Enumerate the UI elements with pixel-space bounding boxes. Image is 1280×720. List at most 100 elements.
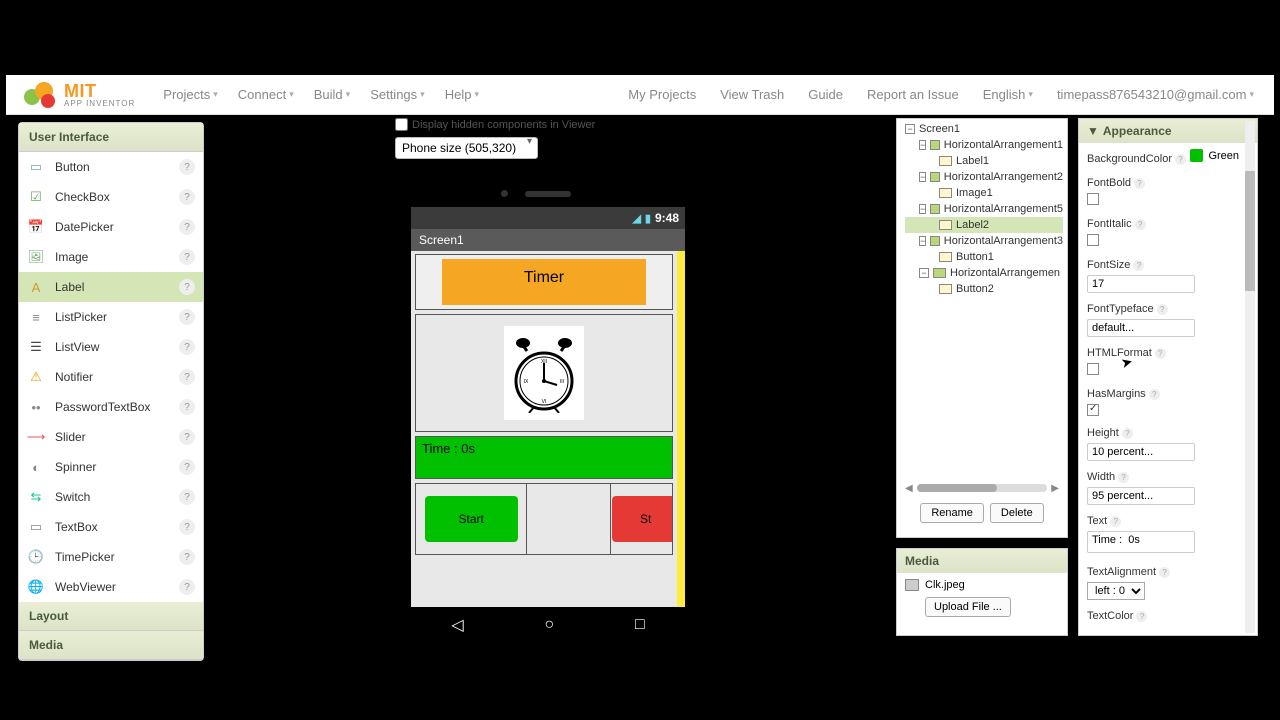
palette-item-textbox[interactable]: ▭TextBox?: [19, 512, 203, 542]
component-image1[interactable]: XIIIII VIIX: [504, 326, 584, 420]
help-icon[interactable]: ?: [179, 339, 195, 355]
tree-node-button1[interactable]: Button1: [905, 249, 1063, 265]
tree-node-horizontalarrangement5[interactable]: −HorizontalArrangement5: [905, 201, 1063, 217]
menu-account[interactable]: timepass876543210@gmail.com▾: [1049, 81, 1262, 108]
palette-item-datepicker[interactable]: 📅DatePicker?: [19, 212, 203, 242]
help-icon[interactable]: ?: [1135, 219, 1146, 230]
palette-item-webviewer[interactable]: 🌐WebViewer?: [19, 572, 203, 602]
prop-check-fontitalic[interactable]: [1087, 234, 1099, 246]
properties-vscroll[interactable]: [1245, 121, 1255, 633]
component-button2[interactable]: St: [612, 496, 672, 542]
menu-help[interactable]: Help▾: [437, 81, 487, 108]
scroll-left-icon[interactable]: ◀: [905, 483, 913, 494]
tree-node-screen1[interactable]: −Screen1: [905, 121, 1063, 137]
tree-node-label1[interactable]: Label1: [905, 153, 1063, 169]
rename-button[interactable]: Rename: [920, 503, 984, 523]
help-icon[interactable]: ?: [179, 159, 195, 175]
help-icon[interactable]: ?: [1136, 611, 1147, 622]
help-icon[interactable]: ?: [1159, 567, 1170, 578]
menu-guide[interactable]: Guide: [800, 81, 851, 108]
expand-icon[interactable]: −: [919, 172, 926, 182]
expand-icon[interactable]: −: [919, 268, 929, 278]
prop-value-bgcolor[interactable]: Green: [1190, 149, 1239, 162]
media-header[interactable]: Media: [897, 549, 1067, 573]
palette-item-checkbox[interactable]: ☑CheckBox?: [19, 182, 203, 212]
help-icon[interactable]: ?: [1157, 304, 1168, 315]
help-icon[interactable]: ?: [1155, 348, 1166, 359]
menu-report-issue[interactable]: Report an Issue: [859, 81, 967, 108]
prop-select-textalign[interactable]: left : 0: [1087, 582, 1145, 600]
media-file-item[interactable]: Clk.jpeg: [897, 573, 1067, 597]
menu-language[interactable]: English▾: [975, 81, 1041, 108]
palette-category-layout[interactable]: Layout: [19, 602, 203, 631]
help-icon[interactable]: ?: [179, 249, 195, 265]
help-icon[interactable]: ?: [179, 189, 195, 205]
help-icon[interactable]: ?: [1110, 516, 1121, 527]
delete-button[interactable]: Delete: [990, 503, 1044, 523]
tree-node-image1[interactable]: Image1: [905, 185, 1063, 201]
prop-input-fonttypeface[interactable]: [1087, 319, 1195, 337]
phone-screen[interactable]: Timer XIIIII VIIX: [411, 251, 685, 607]
properties-section-appearance[interactable]: ▼ Appearance: [1079, 119, 1257, 143]
palette-item-spinner[interactable]: ◐Spinner?: [19, 452, 203, 482]
palette-category-media[interactable]: Media: [19, 631, 203, 660]
tree-node-horizontalarrangemen[interactable]: −HorizontalArrangemen: [905, 265, 1063, 281]
help-icon[interactable]: ?: [179, 309, 195, 325]
menu-build[interactable]: Build▾: [306, 81, 358, 108]
prop-input-width[interactable]: [1087, 487, 1195, 505]
components-hscroll[interactable]: ◀ ▶: [905, 483, 1059, 493]
component-button1[interactable]: Start: [425, 496, 518, 542]
scroll-right-icon[interactable]: ▶: [1051, 483, 1059, 494]
help-icon[interactable]: ?: [179, 429, 195, 445]
prop-input-fontsize[interactable]: [1087, 275, 1195, 293]
help-icon[interactable]: ?: [179, 549, 195, 565]
menu-connect[interactable]: Connect▾: [230, 81, 302, 108]
nav-home-icon[interactable]: ○: [544, 616, 554, 634]
help-icon[interactable]: ?: [179, 369, 195, 385]
component-label2[interactable]: Time : 0s: [415, 436, 673, 479]
help-icon[interactable]: ?: [179, 489, 195, 505]
prop-check-fontbold[interactable]: [1087, 193, 1099, 205]
tree-node-horizontalarrangement1[interactable]: −HorizontalArrangement1: [905, 137, 1063, 153]
component-ha3[interactable]: Start St: [415, 483, 673, 555]
help-icon[interactable]: ?: [1149, 389, 1160, 400]
palette-item-button[interactable]: ▭Button?: [19, 152, 203, 182]
palette-item-label[interactable]: ALabel?: [19, 272, 203, 302]
help-icon[interactable]: ?: [179, 579, 195, 595]
palette-item-timepicker[interactable]: 🕒TimePicker?: [19, 542, 203, 572]
tree-node-horizontalarrangement3[interactable]: −HorizontalArrangement3: [905, 233, 1063, 249]
nav-back-icon[interactable]: ◁: [451, 615, 463, 635]
palette-item-image[interactable]: 🖼Image?: [19, 242, 203, 272]
tree-node-button2[interactable]: Button2: [905, 281, 1063, 297]
palette-item-listview[interactable]: ☰ListView?: [19, 332, 203, 362]
component-ha1[interactable]: Timer: [415, 254, 673, 310]
help-icon[interactable]: ?: [1134, 178, 1145, 189]
expand-icon[interactable]: −: [919, 140, 926, 150]
menu-settings[interactable]: Settings▾: [362, 81, 433, 108]
tree-node-label2[interactable]: Label2: [905, 217, 1063, 233]
display-hidden-check-input[interactable]: [395, 118, 408, 131]
expand-icon[interactable]: −: [919, 204, 926, 214]
palette-item-slider[interactable]: ⟶Slider?: [19, 422, 203, 452]
palette-item-listpicker[interactable]: ≡ListPicker?: [19, 302, 203, 332]
help-icon[interactable]: ?: [179, 219, 195, 235]
help-icon[interactable]: ?: [1175, 154, 1186, 165]
help-icon[interactable]: ?: [1118, 472, 1129, 483]
prop-input-height[interactable]: [1087, 443, 1195, 461]
palette-category-ui[interactable]: User Interface: [19, 123, 203, 152]
help-icon[interactable]: ?: [179, 399, 195, 415]
component-label1[interactable]: Timer: [442, 259, 646, 305]
help-icon[interactable]: ?: [179, 459, 195, 475]
menu-projects[interactable]: Projects▾: [155, 81, 226, 108]
menu-view-trash[interactable]: View Trash: [712, 81, 792, 108]
component-ha2[interactable]: XIIIII VIIX: [415, 314, 673, 432]
phone-size-select[interactable]: Phone size (505,320): [395, 137, 538, 159]
palette-item-switch[interactable]: ⇆Switch?: [19, 482, 203, 512]
tree-node-horizontalarrangement2[interactable]: −HorizontalArrangement2: [905, 169, 1063, 185]
upload-file-button[interactable]: Upload File ...: [925, 597, 1011, 617]
prop-check-hasmargins[interactable]: [1087, 404, 1099, 416]
menu-my-projects[interactable]: My Projects: [620, 81, 704, 108]
help-icon[interactable]: ?: [1122, 428, 1133, 439]
palette-item-passwordtextbox[interactable]: ••PasswordTextBox?: [19, 392, 203, 422]
prop-check-htmlformat[interactable]: [1087, 363, 1099, 375]
